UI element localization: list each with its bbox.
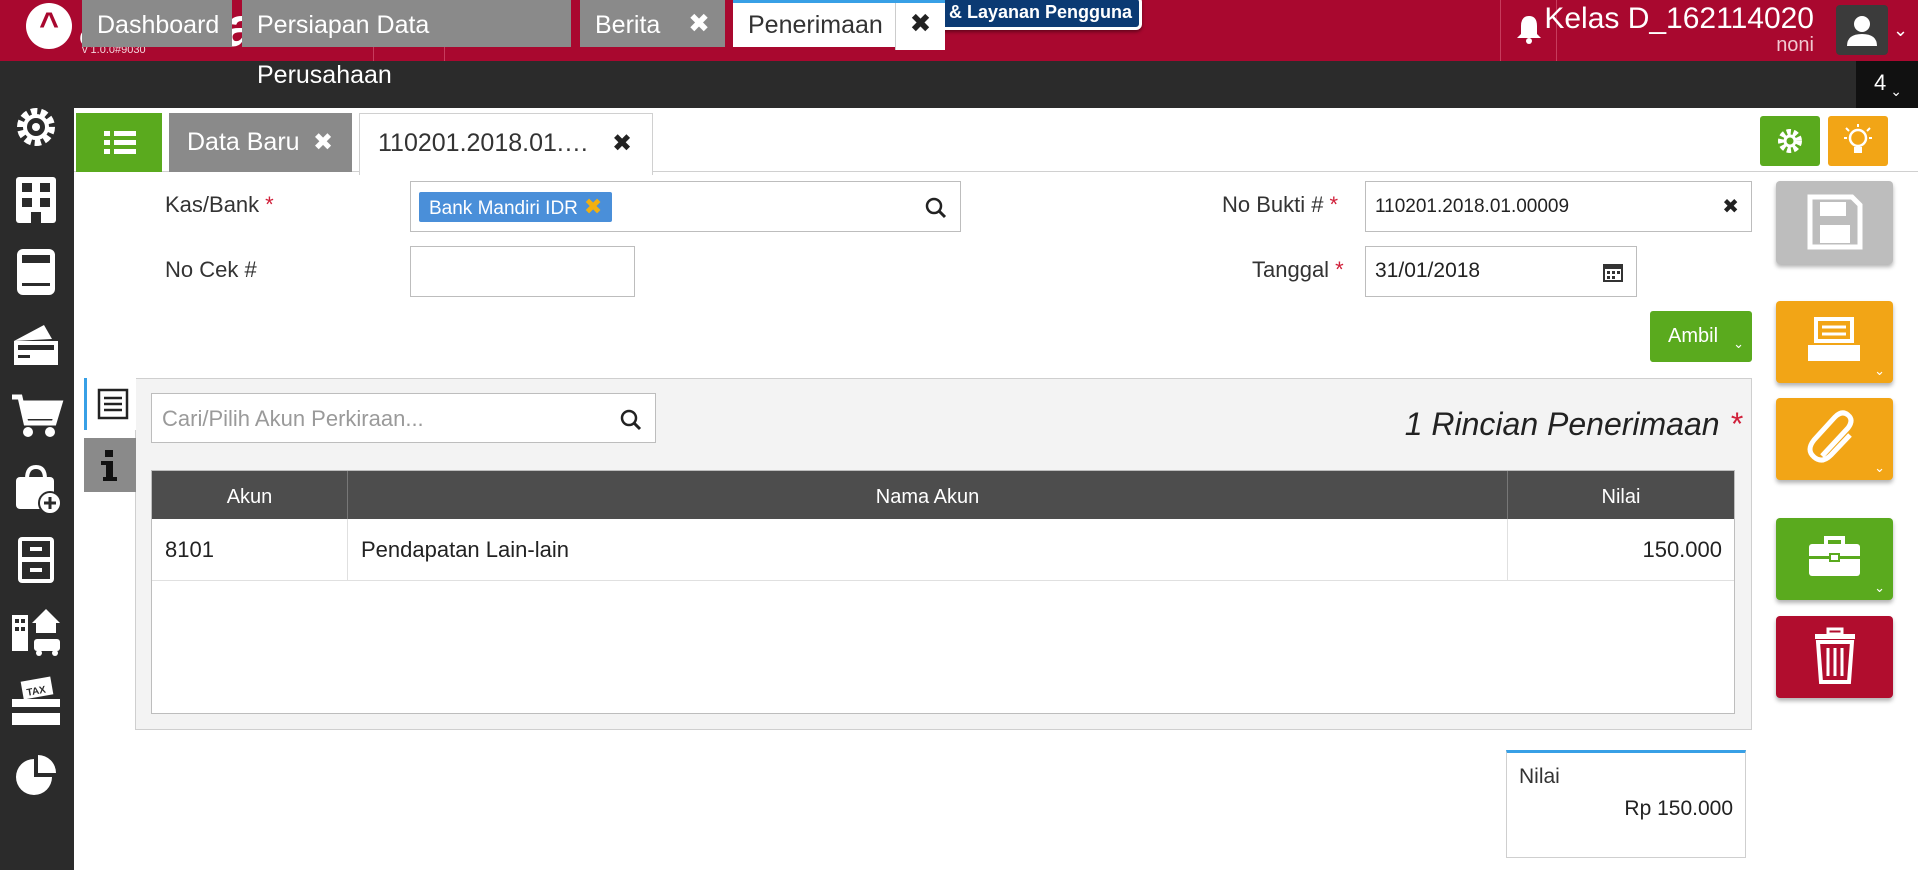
company-icon[interactable] [8, 171, 64, 227]
save-button[interactable] [1776, 181, 1893, 264]
user-icon [1847, 16, 1877, 46]
no-bukti-value: 110201.2018.01.00009 [1375, 196, 1570, 217]
close-icon[interactable]: ✖ [313, 113, 333, 172]
list-button[interactable] [76, 113, 162, 172]
close-icon[interactable]: ✖ [612, 114, 632, 173]
kas-bank-chip[interactable]: Bank Mandiri IDR ✖ [419, 192, 613, 222]
sidebar: TAX [0, 61, 74, 870]
detail-title: 1 Rincian Penerimaan * [1404, 406, 1742, 442]
tab-label: Data Baru [187, 128, 300, 156]
bell-icon[interactable] [1512, 12, 1546, 46]
no-cek-input[interactable] [410, 246, 635, 297]
tab-data-baru[interactable]: Data Baru ✖ [169, 113, 352, 172]
column-nama-akun[interactable]: Nama Akun [348, 471, 1508, 519]
no-bukti-label: No Bukti # * [1222, 192, 1339, 217]
user-sub: noni [1776, 34, 1814, 56]
pie-chart-icon[interactable] [8, 747, 64, 803]
no-bukti-input[interactable]: 110201.2018.01.00009 ✖ [1365, 181, 1752, 232]
tools-button[interactable]: ⌄ [1776, 518, 1893, 600]
detail-table: Akun Nama Akun Nilai 8101 Pendapatan Lai… [151, 470, 1735, 714]
building-car-icon[interactable] [8, 603, 64, 659]
tips-button[interactable] [1828, 116, 1888, 166]
tab-detail[interactable] [84, 378, 136, 430]
ambil-label: Ambil [1668, 325, 1719, 347]
tab-persiapan-data-perusahaan[interactable]: Persiapan Data Perusahaan [242, 0, 571, 89]
document-list-icon [97, 388, 129, 420]
info-icon [101, 450, 117, 481]
search-icon[interactable] [924, 196, 948, 220]
column-akun[interactable]: Akun [152, 471, 348, 519]
user-name: Kelas D_162114020 [1544, 2, 1814, 35]
tab-info[interactable] [84, 438, 136, 492]
total-box: Nilai Rp 150.000 [1506, 750, 1746, 858]
book-icon[interactable] [8, 243, 64, 299]
total-value: Rp 150.000 [1624, 797, 1733, 820]
remove-chip-icon[interactable]: ✖ [584, 194, 602, 219]
gear-icon [1778, 129, 1802, 153]
kas-bank-label: Kas/Bank * [165, 192, 274, 217]
tab-label: Penerimaan [748, 11, 883, 39]
tanggal-value: 31/01/2018 [1375, 259, 1481, 282]
trash-icon [1815, 627, 1855, 684]
floppy-disk-icon [1807, 194, 1863, 250]
cell-nilai: 150.000 [1642, 537, 1722, 562]
settings-icon[interactable] [8, 99, 64, 155]
search-icon[interactable] [619, 408, 643, 432]
tab-label: 110201.2018.01.… [378, 129, 589, 157]
tab-berita[interactable]: Berita ✖ [580, 0, 725, 47]
attachment-button[interactable]: ⌄ [1776, 398, 1893, 480]
tab-count-value: 4 [1874, 70, 1887, 95]
tax-icon[interactable]: TAX [8, 675, 64, 731]
tab-count[interactable]: 4 ⌄ [1856, 61, 1918, 108]
tab-label: Berita [595, 11, 661, 39]
list-icon [104, 131, 136, 154]
cell-akun: 8101 [152, 519, 348, 580]
ambil-button[interactable]: Ambil ⌄ [1650, 311, 1752, 362]
total-label: Nilai [1519, 765, 1560, 788]
bank-card-icon[interactable] [8, 315, 64, 371]
close-icon[interactable]: ✖ [895, 3, 945, 50]
tanggal-input[interactable]: 31/01/2018 [1365, 246, 1637, 297]
cell-nama-akun: Pendapatan Lain-lain [348, 519, 1508, 580]
chevron-down-icon: ⌄ [1874, 363, 1885, 378]
archive-icon[interactable] [8, 531, 64, 587]
divider [1500, 0, 1501, 61]
chevron-down-icon: ⌄ [1733, 336, 1744, 351]
chevron-down-icon: ⌄ [1890, 83, 1902, 99]
print-button[interactable]: ⌄ [1776, 301, 1893, 383]
chevron-down-icon[interactable]: ⌄ [1893, 20, 1908, 41]
table-row[interactable]: 8101 Pendapatan Lain-lain 150.000 [152, 519, 1734, 581]
shopping-bag-add-icon[interactable] [8, 459, 64, 515]
chevron-down-icon: ⌄ [1874, 460, 1885, 475]
table-header: Akun Nama Akun Nilai [152, 471, 1734, 519]
lightbulb-icon [1844, 124, 1872, 153]
clear-icon[interactable]: ✖ [1722, 194, 1739, 219]
svg-text:TAX: TAX [26, 685, 47, 699]
calendar-icon[interactable] [1602, 261, 1624, 283]
close-icon[interactable]: ✖ [674, 0, 724, 47]
no-cek-label: No Cek # [165, 257, 257, 282]
search-placeholder: Cari/Pilih Akun Perkiraan... [162, 406, 424, 431]
tab-dashboard[interactable]: Dashboard [82, 0, 232, 47]
delete-button[interactable] [1776, 616, 1893, 698]
tab-110201-2018-01[interactable]: 110201.2018.01.… ✖ [359, 113, 653, 175]
user-info[interactable]: Kelas D_162114020 noni [1544, 2, 1814, 55]
settings-button[interactable] [1760, 116, 1820, 166]
logo-badge-icon: ^ [26, 3, 72, 49]
akun-search-input[interactable]: Cari/Pilih Akun Perkiraan... [151, 393, 656, 443]
avatar[interactable] [1836, 5, 1888, 55]
chip-label: Bank Mandiri IDR [429, 198, 578, 219]
tanggal-label: Tanggal * [1252, 257, 1344, 282]
column-nilai[interactable]: Nilai [1508, 471, 1734, 519]
tab-penerimaan[interactable]: Penerimaan ✖ [733, 0, 945, 50]
cart-icon[interactable] [8, 387, 64, 443]
chevron-down-icon: ⌄ [1874, 580, 1885, 595]
tab-label: Dashboard [97, 11, 220, 39]
